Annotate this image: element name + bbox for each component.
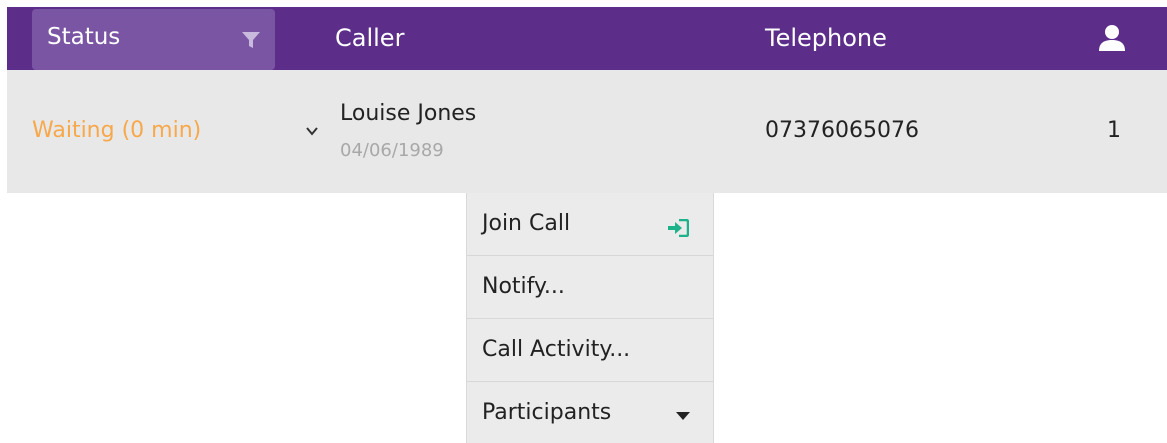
status-header-label: Status	[47, 24, 121, 50]
status-column-header[interactable]: Status	[32, 9, 275, 70]
table-header: Status Caller Telephone	[7, 7, 1167, 70]
join-call-icon	[668, 219, 689, 237]
menu-item-participants[interactable]: Participants	[467, 382, 713, 443]
menu-item-label: Participants	[482, 400, 612, 425]
menu-item-notify[interactable]: Notify...	[467, 256, 713, 319]
call-queue-panel: Status Caller Telephone Waiting (0 min) …	[0, 0, 1167, 443]
table-row[interactable]: Waiting (0 min) Louise Jones 04/06/1989 …	[7, 70, 1167, 193]
user-icon	[1099, 25, 1125, 51]
filter-icon[interactable]	[240, 29, 262, 51]
participant-count: 1	[1107, 118, 1121, 143]
chevron-down-icon[interactable]	[303, 124, 321, 138]
menu-item-join-call[interactable]: Join Call	[467, 193, 713, 256]
caller-name: Louise Jones	[340, 101, 477, 126]
caret-down-icon[interactable]	[675, 411, 691, 421]
menu-item-label: Notify...	[482, 274, 565, 299]
menu-item-call-activity[interactable]: Call Activity...	[467, 319, 713, 382]
caller-column-header: Caller	[335, 24, 405, 52]
telephone-value: 07376065076	[765, 118, 919, 143]
telephone-column-header: Telephone	[765, 24, 887, 52]
menu-item-label: Call Activity...	[482, 337, 631, 362]
status-value: Waiting (0 min)	[32, 118, 202, 143]
caller-dob: 04/06/1989	[340, 140, 444, 161]
row-action-menu: Join Call Notify... Call Activity... Par…	[466, 193, 714, 443]
menu-item-label: Join Call	[482, 211, 571, 236]
